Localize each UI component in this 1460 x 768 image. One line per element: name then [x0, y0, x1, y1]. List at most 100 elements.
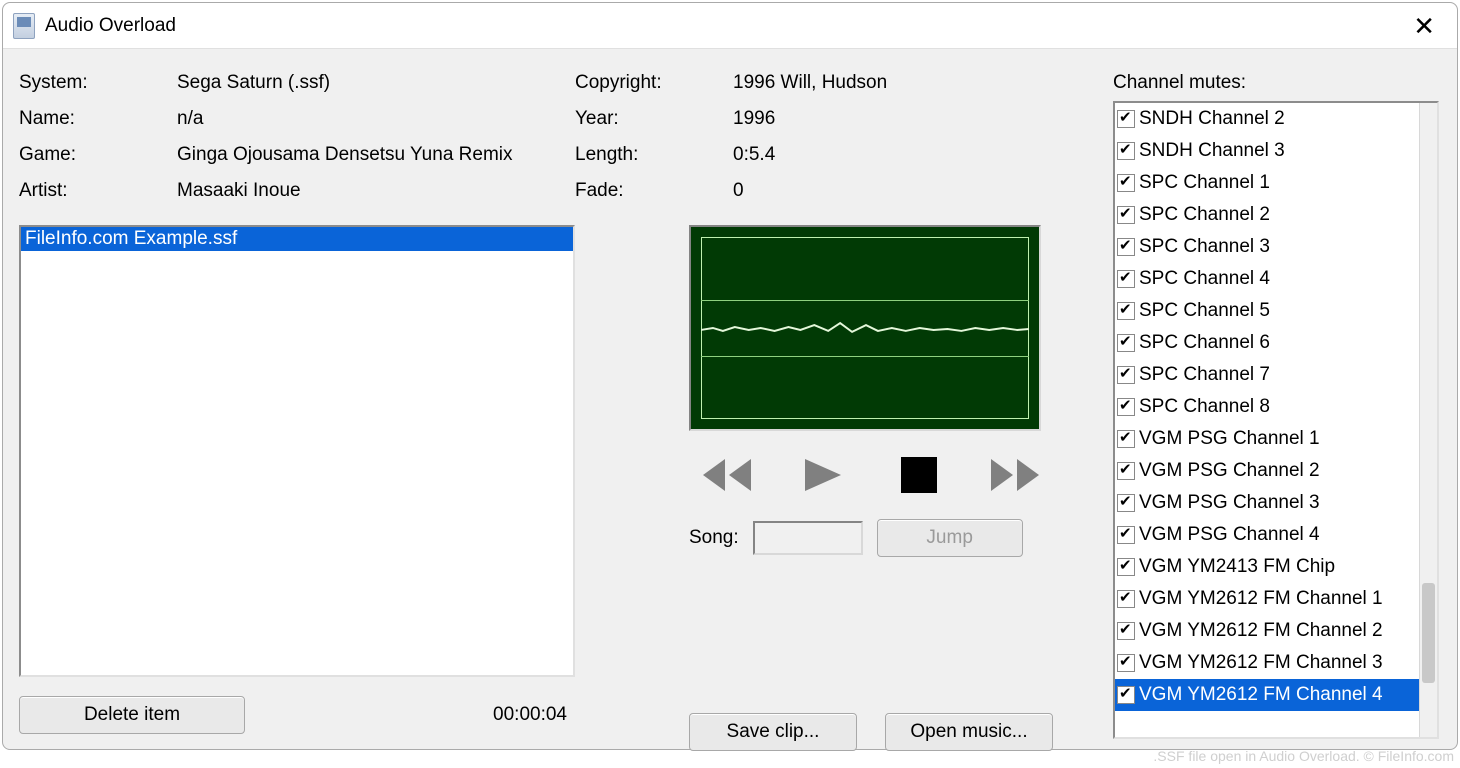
checkbox-icon[interactable] [1117, 174, 1135, 192]
metadata-right: Copyright:1996 Will, Hudson Year:1996 Le… [575, 65, 1093, 209]
channel-label: SPC Channel 5 [1139, 300, 1270, 322]
channel-item[interactable]: SNDH Channel 3 [1115, 135, 1419, 167]
meta-label-copyright: Copyright: [575, 72, 733, 94]
checkbox-icon[interactable] [1117, 462, 1135, 480]
channel-item[interactable]: VGM PSG Channel 3 [1115, 487, 1419, 519]
channel-mutes-panel: Channel mutes: SNDH Channel 2SNDH Channe… [1093, 65, 1439, 739]
channel-label: SPC Channel 4 [1139, 268, 1270, 290]
channel-item[interactable]: VGM YM2413 FM Chip [1115, 551, 1419, 583]
next-button[interactable] [979, 450, 1051, 500]
checkbox-icon[interactable] [1117, 302, 1135, 320]
channel-label: SPC Channel 3 [1139, 236, 1270, 258]
channel-scrollbar[interactable] [1419, 103, 1437, 737]
channel-mutes-title: Channel mutes: [1113, 65, 1439, 101]
checkbox-icon[interactable] [1117, 590, 1135, 608]
playback-panel: Song: Jump Save clip... Open music... [575, 225, 1093, 739]
transport-controls [689, 445, 1087, 505]
channel-item[interactable]: SPC Channel 6 [1115, 327, 1419, 359]
playlist-item[interactable]: FileInfo.com Example.ssf [21, 227, 573, 251]
channel-label: VGM YM2413 FM Chip [1139, 556, 1335, 578]
oscilloscope [689, 225, 1041, 431]
channel-label: SPC Channel 7 [1139, 364, 1270, 386]
checkbox-icon[interactable] [1117, 622, 1135, 640]
channel-item[interactable]: SPC Channel 4 [1115, 263, 1419, 295]
window-title: Audio Overload [45, 15, 176, 37]
checkbox-icon[interactable] [1117, 142, 1135, 160]
song-input[interactable] [753, 521, 863, 555]
playlist-panel: FileInfo.com Example.ssf Delete item 00:… [19, 225, 575, 739]
meta-value-system: Sega Saturn (.ssf) [177, 72, 575, 94]
close-icon[interactable]: ✕ [1405, 9, 1443, 43]
channel-item[interactable]: SPC Channel 8 [1115, 391, 1419, 423]
checkbox-icon[interactable] [1117, 654, 1135, 672]
save-clip-button[interactable]: Save clip... [689, 713, 857, 751]
channel-item[interactable]: VGM PSG Channel 2 [1115, 455, 1419, 487]
checkbox-icon[interactable] [1117, 686, 1135, 704]
scrollbar-thumb[interactable] [1422, 583, 1435, 683]
meta-label-name: Name: [19, 108, 177, 130]
song-row: Song: Jump [689, 519, 1087, 557]
checkbox-icon[interactable] [1117, 238, 1135, 256]
meta-value-year: 1996 [733, 108, 1093, 130]
channel-item[interactable]: VGM PSG Channel 4 [1115, 519, 1419, 551]
channel-label: SNDH Channel 2 [1139, 108, 1285, 130]
meta-value-artist: Masaaki Inoue [177, 180, 575, 202]
checkbox-icon[interactable] [1117, 398, 1135, 416]
channel-item[interactable]: VGM YM2612 FM Channel 3 [1115, 647, 1419, 679]
meta-label-system: System: [19, 72, 177, 94]
checkbox-icon[interactable] [1117, 494, 1135, 512]
content-area: System:Sega Saturn (.ssf) Name:n/a Game:… [3, 49, 1457, 749]
channel-mutes-list[interactable]: SNDH Channel 2 SNDH Channel 3 SPC Channel … [1113, 101, 1439, 739]
checkbox-icon[interactable] [1117, 558, 1135, 576]
meta-value-name: n/a [177, 108, 575, 130]
metadata-left: System:Sega Saturn (.ssf) Name:n/a Game:… [13, 65, 575, 209]
channel-item[interactable]: SPC Channel 3 [1115, 231, 1419, 263]
channel-label: SPC Channel 2 [1139, 204, 1270, 226]
play-button[interactable] [787, 450, 859, 500]
meta-label-length: Length: [575, 144, 733, 166]
checkbox-icon[interactable] [1117, 526, 1135, 544]
meta-value-length: 0:5.4 [733, 144, 1093, 166]
channel-item[interactable]: SPC Channel 7 [1115, 359, 1419, 391]
elapsed-time: 00:00:04 [493, 704, 575, 726]
titlebar: Audio Overload ✕ [3, 3, 1457, 49]
checkbox-icon[interactable] [1117, 270, 1135, 288]
meta-label-artist: Artist: [19, 180, 177, 202]
channel-label: VGM YM2612 FM Channel 2 [1139, 620, 1383, 642]
app-window: Audio Overload ✕ System:Sega Saturn (.ss… [2, 2, 1458, 750]
channel-label: VGM YM2612 FM Channel 1 [1139, 588, 1383, 610]
channel-item[interactable]: VGM PSG Channel 1 [1115, 423, 1419, 455]
meta-label-fade: Fade: [575, 180, 733, 202]
channel-item[interactable]: VGM YM2612 FM Channel 1 [1115, 583, 1419, 615]
channel-label: VGM PSG Channel 1 [1139, 428, 1320, 450]
channel-item[interactable]: VGM YM2612 FM Channel 4 [1115, 679, 1419, 711]
channel-item[interactable]: SPC Channel 2 [1115, 199, 1419, 231]
open-music-button[interactable]: Open music... [885, 713, 1053, 751]
channel-item[interactable]: SPC Channel 5 [1115, 295, 1419, 327]
prev-button[interactable] [691, 450, 763, 500]
checkbox-icon[interactable] [1117, 334, 1135, 352]
channel-label: VGM PSG Channel 4 [1139, 524, 1320, 546]
stop-button[interactable] [883, 450, 955, 500]
checkbox-icon[interactable] [1117, 430, 1135, 448]
channel-label: SNDH Channel 3 [1139, 140, 1285, 162]
checkbox-icon[interactable] [1117, 366, 1135, 384]
playlist-box[interactable]: FileInfo.com Example.ssf [19, 225, 575, 677]
footer-credit: .SSF file open in Audio Overload. © File… [1153, 748, 1454, 764]
delete-item-button[interactable]: Delete item [19, 696, 245, 734]
channel-item[interactable]: VGM YM2612 FM Channel 2 [1115, 615, 1419, 647]
channel-label: SPC Channel 8 [1139, 396, 1270, 418]
checkbox-icon[interactable] [1117, 110, 1135, 128]
channel-item[interactable]: SPC Channel 1 [1115, 167, 1419, 199]
meta-value-fade: 0 [733, 180, 1093, 202]
channel-label: SPC Channel 1 [1139, 172, 1270, 194]
song-label: Song: [689, 527, 739, 549]
jump-button[interactable]: Jump [877, 519, 1023, 557]
channel-label: SPC Channel 6 [1139, 332, 1270, 354]
meta-label-year: Year: [575, 108, 733, 130]
channel-item[interactable]: SNDH Channel 2 [1115, 103, 1419, 135]
app-icon [13, 13, 35, 39]
channel-label: VGM YM2612 FM Channel 4 [1139, 684, 1383, 706]
meta-value-game: Ginga Ojousama Densetsu Yuna Remix [177, 144, 575, 166]
checkbox-icon[interactable] [1117, 206, 1135, 224]
